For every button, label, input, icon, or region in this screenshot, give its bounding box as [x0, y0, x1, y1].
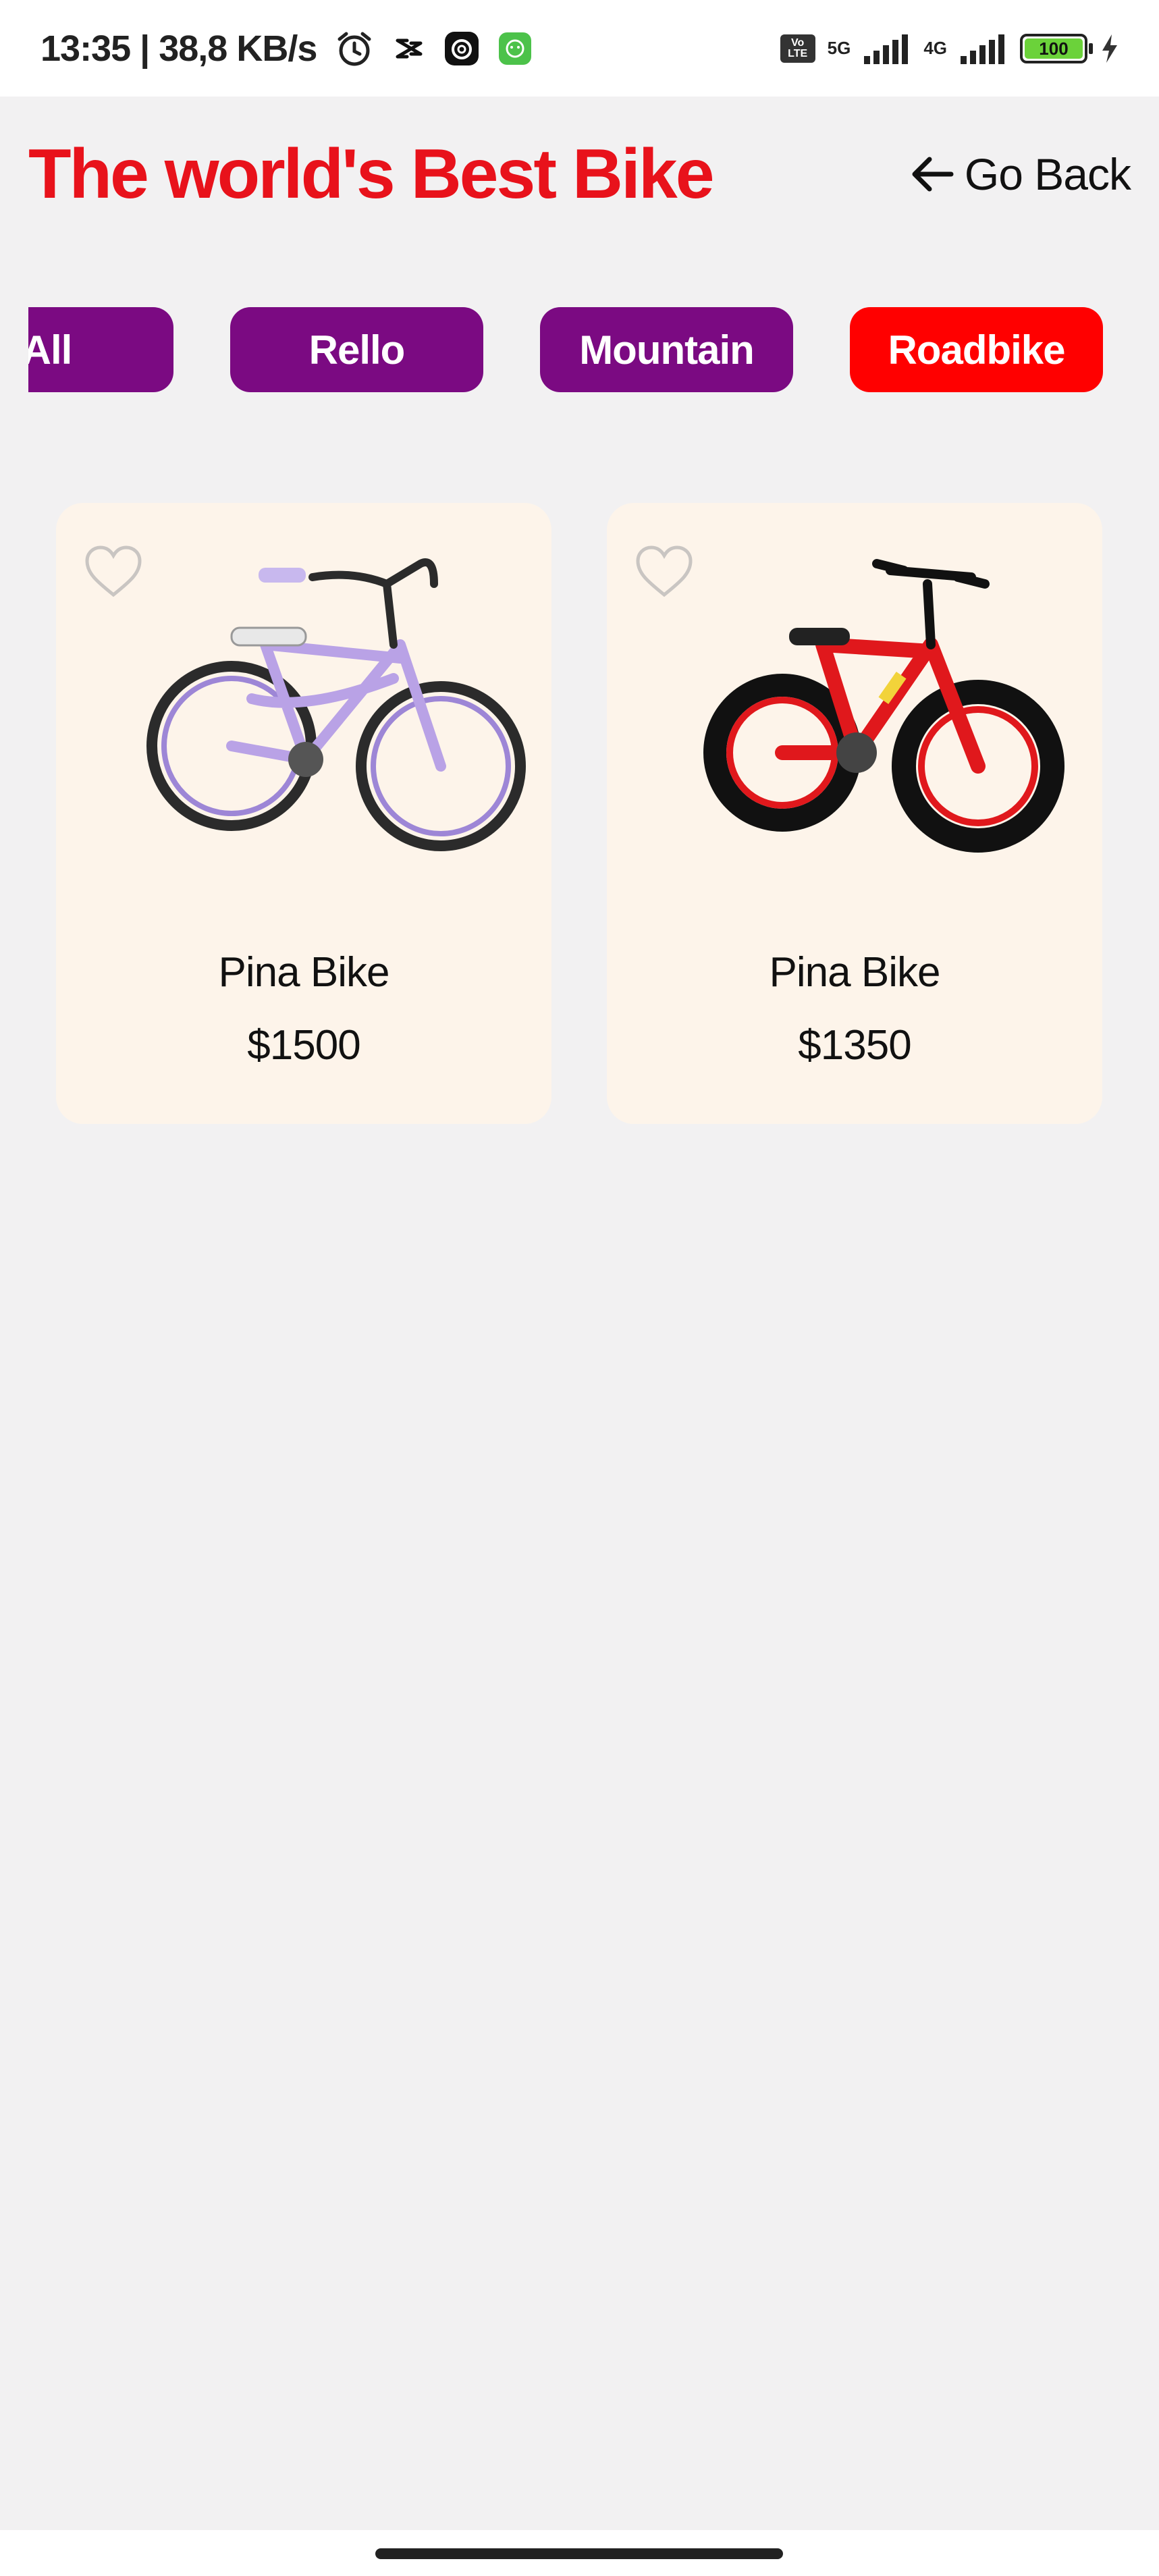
page-title: The world's Best Bike [28, 134, 715, 213]
product-price: $1500 [247, 1022, 360, 1069]
charging-icon [1100, 33, 1120, 64]
product-price: $1350 [798, 1022, 911, 1069]
status-right: Vo LTE 5G 4G 100 [780, 32, 1120, 65]
product-name: Pina Bike [218, 949, 390, 996]
bike-image [146, 558, 526, 851]
bike-handle-grip [259, 568, 306, 583]
arrow-left-icon [908, 154, 955, 194]
go-back-label: Go Back [964, 149, 1131, 199]
category-chip-mountain[interactable]: Mountain [540, 307, 793, 392]
page-header: The world's Best Bike Go Back [0, 97, 1159, 252]
threads-icon [443, 30, 480, 67]
bike-seat [230, 626, 307, 647]
category-chip-all[interactable]: All [28, 307, 173, 392]
home-gesture-handle[interactable] [375, 2548, 783, 2559]
category-track: All Rello Mountain Roadbike [28, 307, 1103, 392]
bike-seat [789, 628, 850, 645]
bike-image [703, 559, 1064, 853]
product-grid: Pina Bike $1500 Pina Bike $1350 [56, 503, 1102, 1124]
volte-badge: Vo LTE [780, 34, 815, 63]
heart-outline-icon[interactable] [83, 545, 144, 602]
bike-chainring [288, 742, 323, 777]
category-filter[interactable]: All Rello Mountain Roadbike [28, 307, 1131, 392]
category-chip-rello[interactable]: Rello [230, 307, 483, 392]
system-nav-bar [0, 2530, 1159, 2576]
alarm-icon [334, 28, 375, 69]
network-4g-label: 4G [923, 38, 947, 58]
heart-outline-icon[interactable] [634, 545, 695, 602]
status-time: 13:35 | 38,8 KB/s [41, 28, 317, 69]
battery-indicator: 100 [1020, 33, 1093, 63]
product-name: Pina Bike [769, 949, 941, 996]
status-bar: 13:35 | 38,8 KB/s Vo LTE 5G 4G 100 [0, 0, 1159, 97]
status-left: 13:35 | 38,8 KB/s [41, 28, 533, 70]
category-chip-roadbike[interactable]: Roadbike [850, 307, 1103, 392]
capcut-icon [392, 35, 426, 62]
network-5g-label: 5G [827, 38, 851, 58]
bike-handlebar [308, 558, 438, 649]
bike-chainring [836, 732, 877, 773]
signal-icon [959, 32, 1008, 65]
go-back-button[interactable]: Go Back [908, 149, 1131, 200]
app-icon [497, 31, 533, 66]
product-card[interactable]: Pina Bike $1350 [607, 503, 1102, 1124]
product-card[interactable]: Pina Bike $1500 [56, 503, 551, 1124]
signal-icon [863, 32, 911, 65]
battery-level: 100 [1025, 38, 1083, 59]
bike-handlebar [872, 559, 990, 649]
